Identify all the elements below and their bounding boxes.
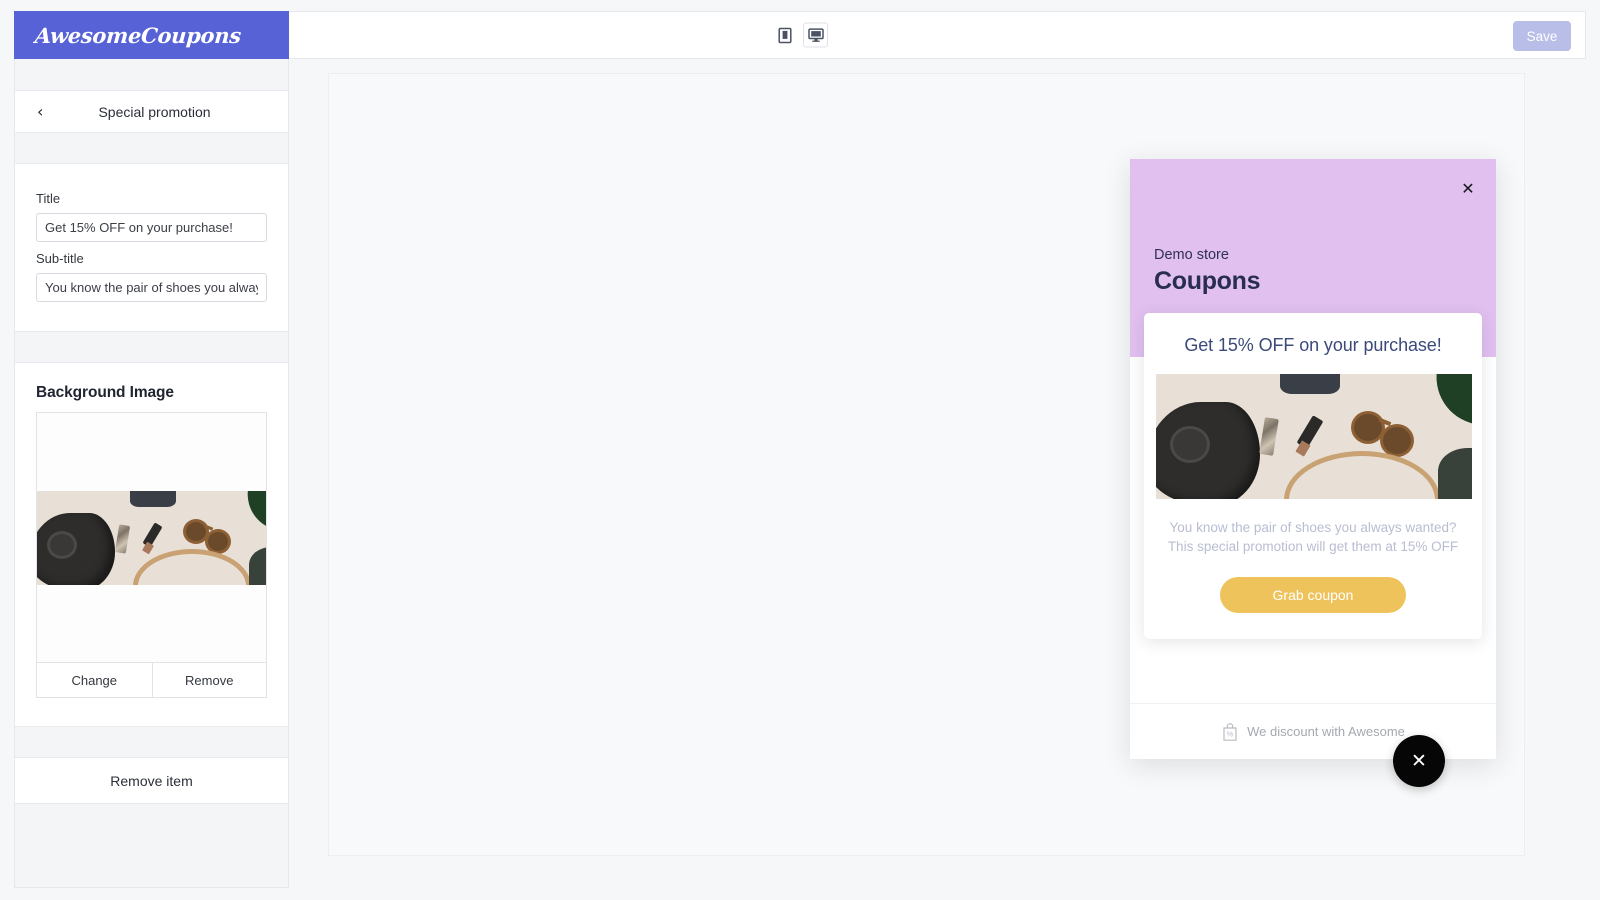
coupon-hero-image	[1156, 374, 1472, 499]
grab-coupon-button[interactable]: Grab coupon	[1220, 577, 1406, 613]
device-preview-toggle	[772, 22, 828, 48]
title-field-label: Title	[36, 191, 61, 206]
remove-image-button[interactable]: Remove	[151, 663, 266, 697]
coupon-subtitle: You know the pair of shoes you always wa…	[1156, 518, 1470, 556]
background-image-actions: Change Remove	[36, 662, 267, 698]
close-preview-fab[interactable]: ✕	[1393, 735, 1445, 787]
store-name: Demo store	[1154, 247, 1229, 263]
title-input[interactable]	[36, 213, 267, 242]
editor-sidebar: ‹ Special promotion Title Sub-title Back…	[14, 59, 289, 888]
save-button[interactable]: Save	[1513, 21, 1571, 51]
coupon-title: Get 15% OFF on your purchase!	[1184, 335, 1442, 355]
close-x-icon: ✕	[1411, 750, 1427, 772]
background-image-preview	[36, 412, 267, 662]
subtitle-input[interactable]	[36, 273, 267, 302]
coupon-popup-preview: ✕ Demo store Coupons Get 15% OFF on your…	[1130, 159, 1496, 759]
flatlay-illustration	[1156, 374, 1472, 499]
brand-name: Coupons	[1154, 267, 1261, 295]
coupon-subtitle-line-2: This special promotion will get them at …	[1167, 539, 1459, 554]
subtitle-field-label: Sub-title	[36, 251, 84, 266]
preview-canvas: ✕ Demo store Coupons Get 15% OFF on your…	[328, 73, 1525, 856]
app-logo[interactable]: AwesomeCoupons	[14, 11, 289, 59]
flatlay-illustration	[37, 490, 266, 585]
coupon-subtitle-line-1: You know the pair of shoes you always wa…	[1169, 520, 1457, 535]
desktop-device-icon-button[interactable]	[803, 22, 828, 48]
logo-text: AwesomeCoupons	[34, 22, 242, 48]
app-root: AwesomeCoupons Save ‹ Special promotion …	[0, 0, 1600, 900]
mobile-device-icon	[777, 27, 792, 43]
desktop-device-icon	[807, 28, 824, 42]
change-image-button[interactable]: Change	[37, 663, 152, 697]
remove-item-button[interactable]: Remove item	[110, 773, 192, 789]
background-image-thumbnail	[37, 490, 266, 585]
top-bar: AwesomeCoupons Save	[14, 11, 1586, 59]
svg-text:%: %	[1227, 729, 1234, 738]
panel-header: ‹ Special promotion	[15, 90, 288, 133]
chevron-left-icon[interactable]: ‹	[37, 103, 43, 120]
mobile-device-icon-button[interactable]	[772, 23, 797, 48]
coupon-card: Get 15% OFF on your purchase! You know t…	[1144, 313, 1482, 639]
fields-panel: Title Sub-title	[15, 163, 288, 332]
background-image-title: Background Image	[36, 384, 174, 401]
remove-item-panel: Remove item	[15, 757, 288, 804]
background-image-panel: Background Image Change Remove	[15, 362, 288, 727]
panel-title: Special promotion	[98, 103, 211, 120]
footer-text: We discount with Awesome	[1247, 724, 1405, 739]
shopping-bag-percent-icon: %	[1223, 722, 1237, 741]
close-x-icon-button[interactable]: ✕	[1457, 178, 1479, 200]
